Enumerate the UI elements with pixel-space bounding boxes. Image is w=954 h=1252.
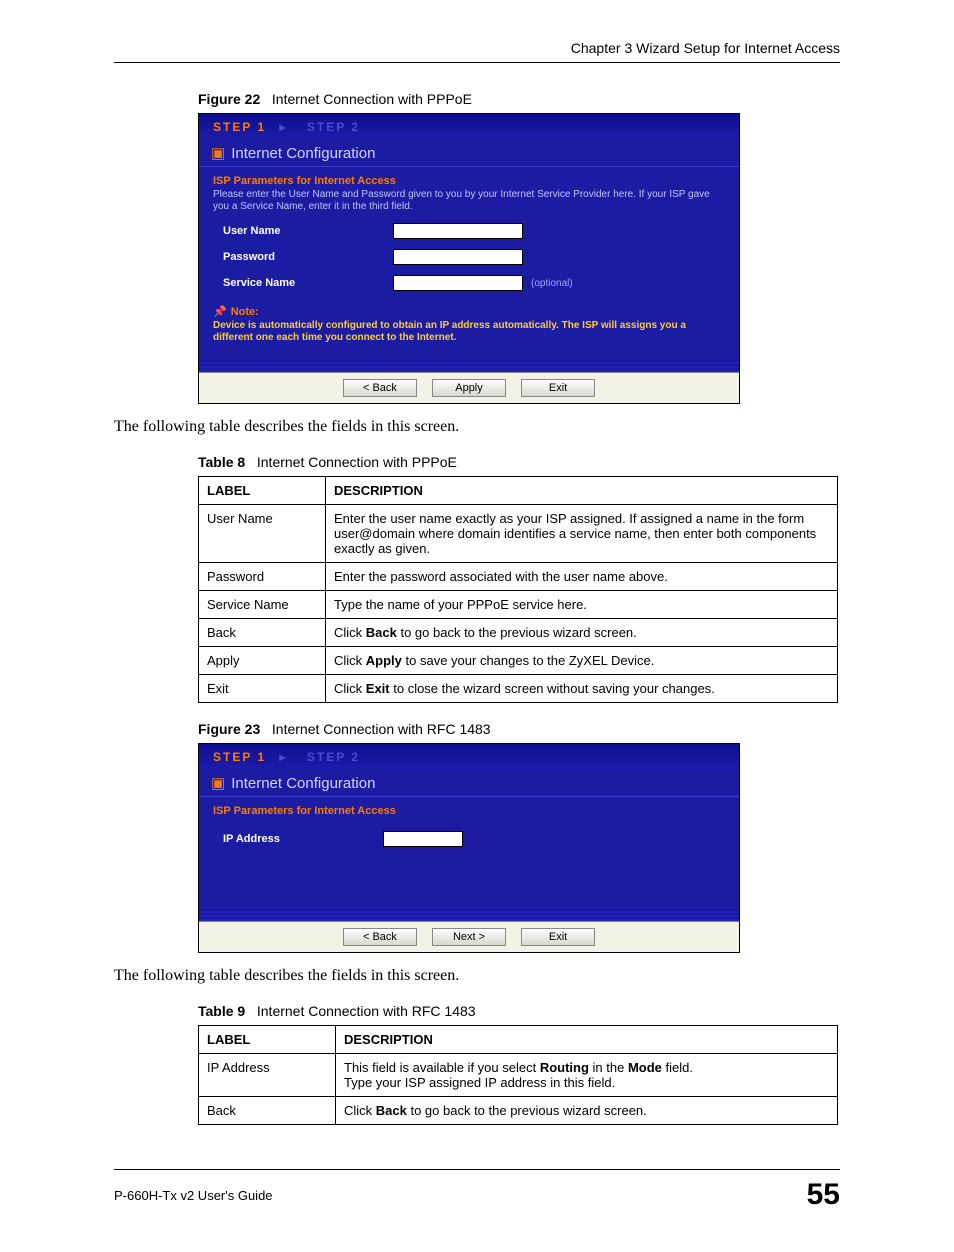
folder-icon: ▣ [211,145,225,162]
cell-label: Back [199,619,326,647]
note-text: Device is automatically configured to ob… [213,320,725,344]
wizard-title-text: Internet Configuration [231,145,375,162]
username-input[interactable] [393,223,523,239]
password-input[interactable] [393,249,523,265]
cell-desc: Enter the user name exactly as your ISP … [326,505,838,563]
ip-address-label: IP Address [223,833,383,845]
figure-23-title: Internet Connection with RFC 1483 [272,721,491,737]
table-row: Apply Click Apply to save your changes t… [199,647,838,675]
guide-name: P-660H-Tx v2 User's Guide [114,1188,273,1203]
figure-22-title: Internet Connection with PPPoE [272,91,472,107]
note-label: Note: [231,306,259,318]
separator-stripe [199,909,739,921]
wizard-title-text: Internet Configuration [231,775,375,792]
table-row: Back Click Back to go back to the previo… [199,1097,838,1125]
th-label: LABEL [199,1026,336,1054]
cell-desc: Click Back to go back to the previous wi… [336,1097,838,1125]
cell-label: Back [199,1097,336,1125]
table-row: Password Enter the password associated w… [199,563,838,591]
table-row: Exit Click Exit to close the wizard scre… [199,675,838,703]
figure-22-caption: Figure 22 Internet Connection with PPPoE [198,91,840,107]
step-1-label: STEP 1 [213,750,266,764]
isp-params-heading: ISP Parameters for Internet Access [213,805,725,817]
note-heading: 📌 Note: [213,305,725,318]
th-description: DESCRIPTION [336,1026,838,1054]
table-8: LABEL DESCRIPTION User Name Enter the us… [198,476,838,703]
pppoe-wizard-panel: STEP 1 ▸ STEP 2 ▣Internet Configuration … [198,113,740,404]
table-8-caption: Table 8 Internet Connection with PPPoE [198,454,840,470]
optional-hint: (optional) [531,278,573,289]
step-arrow-icon: ▸ [279,750,287,764]
password-label: Password [223,251,393,263]
table8-intro: The following table describes the fields… [114,418,840,436]
isp-params-description: Please enter the User Name and Password … [213,189,725,213]
cell-label: Service Name [199,591,326,619]
wizard-title: ▣ Internet Configuration [199,140,739,167]
cell-label: User Name [199,505,326,563]
chapter-header: Chapter 3 Wizard Setup for Internet Acce… [114,40,840,63]
ip-address-input[interactable] [383,831,463,847]
table-9-caption: Table 9 Internet Connection with RFC 148… [198,1003,840,1019]
rfc1483-wizard-panel: STEP 1 ▸ STEP 2 ▣Internet Configuration … [198,743,740,953]
step-2-label: STEP 2 [307,750,360,764]
cell-label: Exit [199,675,326,703]
service-name-label: Service Name [223,277,393,289]
wizard-title: ▣ Internet Configuration [199,770,739,797]
cell-label: Apply [199,647,326,675]
back-button[interactable]: < Back [343,379,417,397]
table-row: Back Click Back to go back to the previo… [199,619,838,647]
apply-button[interactable]: Apply [432,379,506,397]
table-header-row: LABEL DESCRIPTION [199,1026,838,1054]
figure-23-label: Figure 23 [198,721,260,737]
page-footer: P-660H-Tx v2 User's Guide 55 [114,1169,840,1212]
table9-intro: The following table describes the fields… [114,967,840,985]
exit-button[interactable]: Exit [521,928,595,946]
cell-desc: Click Exit to close the wizard screen wi… [326,675,838,703]
page-number: 55 [807,1178,840,1212]
username-label: User Name [223,225,393,237]
wizard-steps: STEP 1 ▸ STEP 2 [199,744,739,770]
figure-23-caption: Figure 23 Internet Connection with RFC 1… [198,721,840,737]
wizard-button-bar: < Back Apply Exit [199,372,739,403]
isp-params-heading: ISP Parameters for Internet Access [213,175,725,187]
next-button[interactable]: Next > [432,928,506,946]
figure-22-label: Figure 22 [198,91,260,107]
separator-stripe [199,360,739,372]
table-9-label: Table 9 [198,1003,245,1019]
table-8-title: Internet Connection with PPPoE [257,454,457,470]
service-name-input[interactable] [393,275,523,291]
cell-desc: Click Apply to save your changes to the … [326,647,838,675]
exit-button[interactable]: Exit [521,379,595,397]
wizard-button-bar: < Back Next > Exit [199,921,739,952]
step-1-label: STEP 1 [213,120,266,134]
cell-desc: Enter the password associated with the u… [326,563,838,591]
wizard-steps: STEP 1 ▸ STEP 2 [199,114,739,140]
table-8-label: Table 8 [198,454,245,470]
table-9: LABEL DESCRIPTION IP Address This field … [198,1025,838,1125]
cell-desc: Click Back to go back to the previous wi… [326,619,838,647]
th-label: LABEL [199,477,326,505]
table-row: IP Address This field is available if yo… [199,1054,838,1097]
folder-icon: ▣ [211,775,225,792]
cell-desc: This field is available if you select Ro… [336,1054,838,1097]
step-arrow-icon: ▸ [279,120,287,134]
cell-label: Password [199,563,326,591]
pin-icon: 📌 [213,306,227,318]
table-9-title: Internet Connection with RFC 1483 [257,1003,476,1019]
table-header-row: LABEL DESCRIPTION [199,477,838,505]
cell-desc: Type the name of your PPPoE service here… [326,591,838,619]
step-2-label: STEP 2 [307,120,360,134]
back-button[interactable]: < Back [343,928,417,946]
cell-label: IP Address [199,1054,336,1097]
th-description: DESCRIPTION [326,477,838,505]
table-row: Service Name Type the name of your PPPoE… [199,591,838,619]
table-row: User Name Enter the user name exactly as… [199,505,838,563]
